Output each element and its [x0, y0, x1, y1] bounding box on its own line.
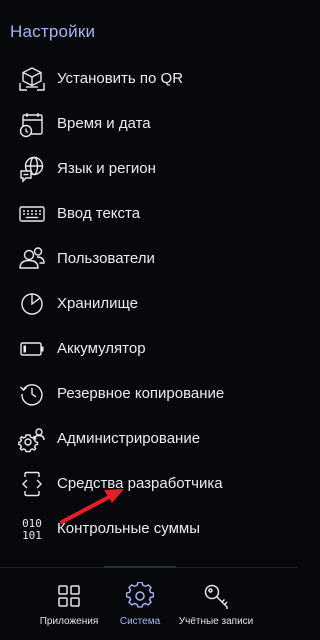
qr-install-icon: [18, 65, 46, 93]
menu-item-label: Время и дата: [57, 115, 151, 132]
menu-item-label: Резервное копирование: [57, 385, 225, 402]
menu-item-battery[interactable]: Аккумулятор: [0, 326, 297, 371]
system-gear-icon: [126, 582, 154, 610]
menu-item-label: Администрирование: [57, 430, 201, 447]
apps-grid-icon: [55, 582, 83, 610]
users-icon: [18, 245, 46, 273]
menu-item-label: Установить по QR: [57, 70, 184, 87]
menu-item-administration[interactable]: Администрирование: [0, 416, 297, 461]
developer-phone-icon: [18, 470, 46, 498]
pie-chart-icon: [18, 290, 46, 318]
keyboard-icon: [18, 200, 46, 228]
menu-item-label: Средства разработчика: [57, 475, 223, 492]
menu-item-label: Пользователи: [57, 250, 155, 267]
binary-checksum-icon: 010 101: [18, 515, 46, 543]
menu-item-qr-install[interactable]: Установить по QR: [0, 56, 297, 101]
menu-item-text-input[interactable]: Ввод текста: [0, 191, 297, 236]
battery-icon: [18, 335, 46, 363]
menu-item-storage[interactable]: Хранилище: [0, 281, 297, 326]
menu-item-time-date[interactable]: Время и дата: [0, 101, 297, 146]
menu-item-label: Хранилище: [57, 295, 138, 312]
key-icon: [202, 582, 230, 610]
binary-row-bottom: 101: [22, 529, 42, 542]
bottom-navigation: Приложения Система Учётные записи: [0, 568, 297, 640]
settings-list: Установить по QR Время и дата Язык и рег…: [0, 56, 297, 551]
menu-item-developer-tools[interactable]: Средства разработчика: [0, 461, 297, 506]
globe-chat-icon: [18, 155, 46, 183]
calendar-clock-icon: [18, 110, 46, 138]
menu-item-checksums[interactable]: 010 101 Контрольные суммы: [0, 506, 297, 551]
menu-item-language-region[interactable]: Язык и регион: [0, 146, 297, 191]
menu-item-label: Язык и регион: [57, 160, 156, 177]
nav-tab-label: Учётные записи: [178, 616, 254, 627]
nav-tab-accounts[interactable]: Учётные записи: [171, 568, 261, 640]
menu-item-backup[interactable]: Резервное копирование: [0, 371, 297, 416]
menu-item-label: Ввод текста: [57, 205, 141, 222]
menu-item-label: Контрольные суммы: [57, 520, 200, 537]
page-title: Настройки: [10, 22, 96, 41]
menu-item-users[interactable]: Пользователи: [0, 236, 297, 281]
backup-history-icon: [18, 380, 46, 408]
menu-item-label: Аккумулятор: [57, 340, 146, 357]
admin-gear-icon: [18, 425, 46, 453]
